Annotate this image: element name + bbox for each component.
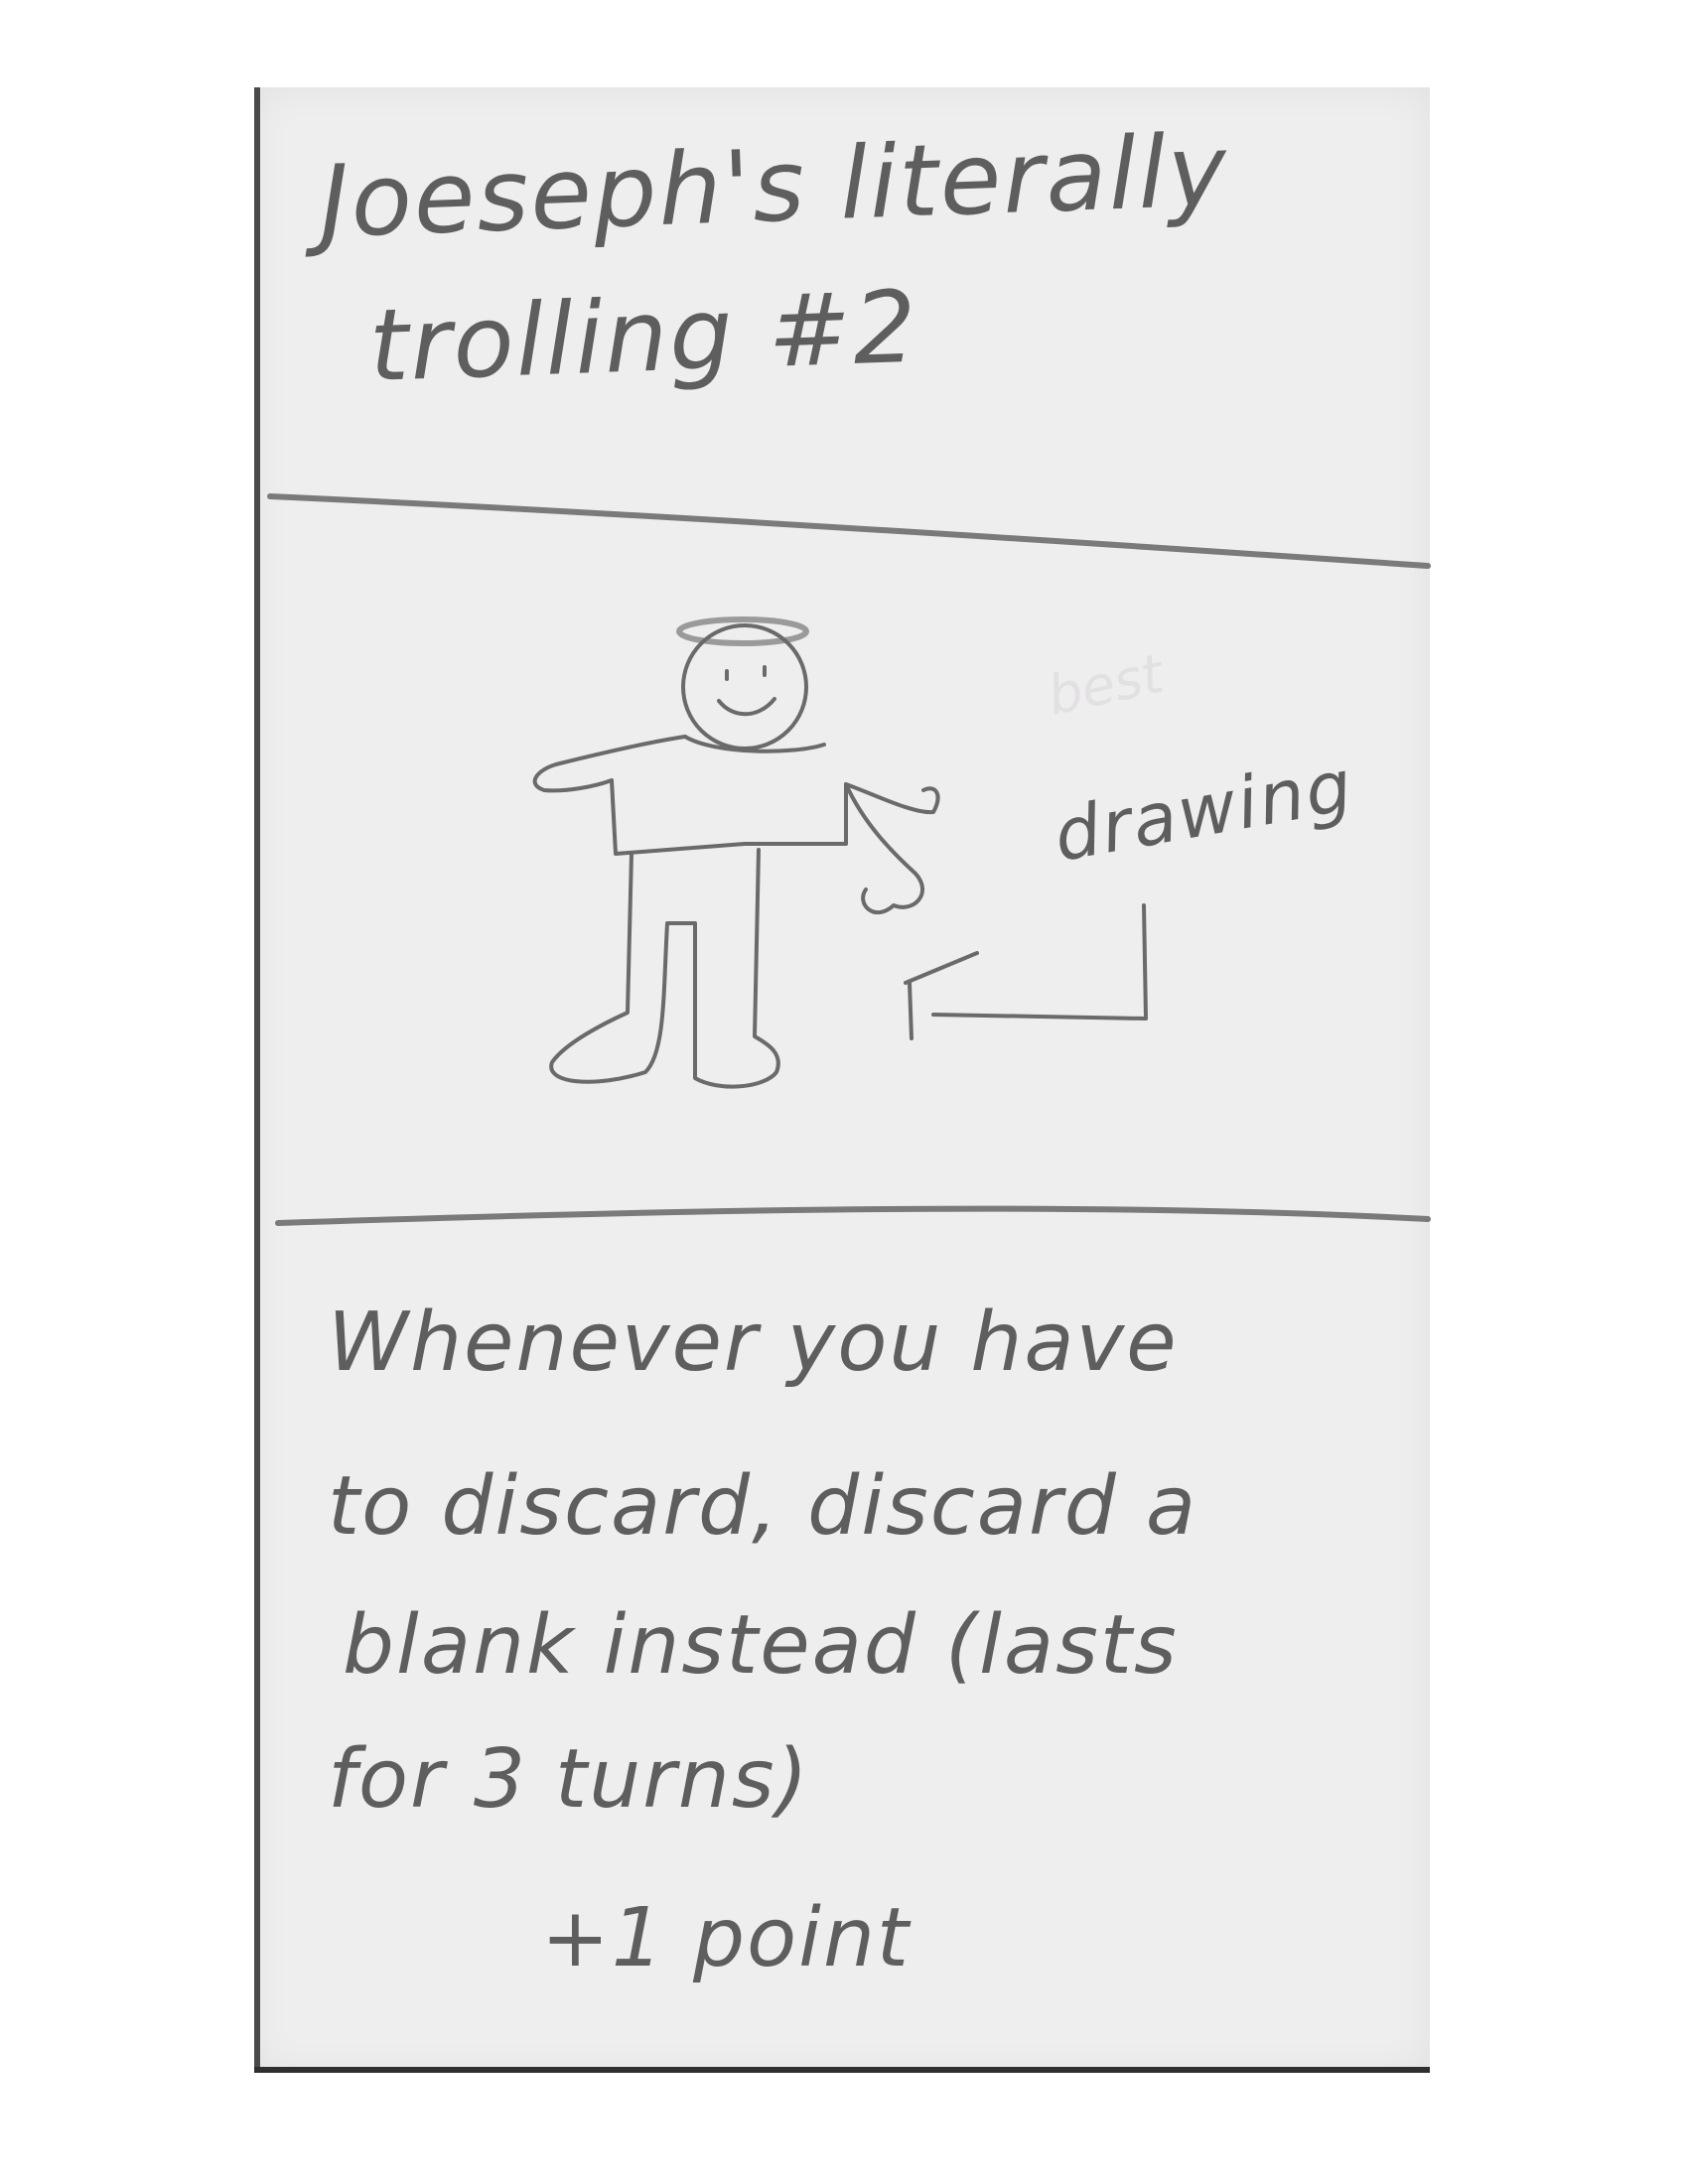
rule-line-4: for 3 turns) [328,1732,810,1827]
point-value: +1 point [541,1891,912,1985]
collar [683,735,826,753]
right-hand [844,782,924,914]
arrow [904,903,1148,1040]
rule-line-3: blank instead (lasts [343,1598,1179,1693]
rule-line-2: to discard, discard a [328,1459,1198,1554]
rule-line-1: Whenever you have [328,1296,1179,1390]
title-divider [267,493,1431,569]
art-divider [275,1205,1431,1226]
card-title-line-2: trolling #2 [367,268,920,404]
face [717,665,776,717]
halo [676,616,809,646]
faint-erased-mark: best [1043,641,1171,727]
legs [549,848,780,1089]
